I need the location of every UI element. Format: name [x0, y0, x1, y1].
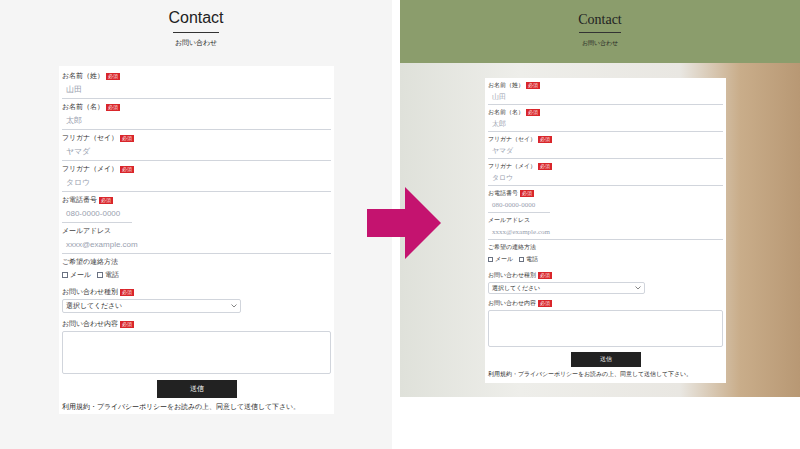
- page-title: Contact: [578, 11, 622, 29]
- text-input[interactable]: ヤマダ: [62, 143, 331, 161]
- field-label: ご希望の連絡方法: [62, 257, 331, 267]
- text-field: お名前（名）必須太郎: [488, 108, 723, 135]
- text-field: フリガナ（セイ）必須ヤマダ: [62, 133, 331, 164]
- arrow-right-icon: [367, 187, 441, 259]
- required-badge: 必須: [106, 104, 120, 111]
- required-badge: 必須: [538, 300, 552, 307]
- checkbox-field: ご希望の連絡方法メール電話: [62, 257, 331, 287]
- text-field: お名前（姓）必須山田: [488, 81, 723, 108]
- select-field: お問い合わせ種別必須選択してください: [62, 287, 331, 319]
- page-header: Contact お問い合わせ: [400, 0, 800, 63]
- chevron-down-icon: [231, 304, 237, 308]
- textarea[interactable]: [488, 310, 723, 347]
- page-header: Contact お問い合わせ: [0, 0, 392, 66]
- contact-form: お名前（姓）必須山田お名前（名）必須太郎フリガナ（セイ）必須ヤマダフリガナ（メイ…: [59, 66, 334, 414]
- text-field: メールアドレスxxxx@example.com: [488, 216, 723, 243]
- contact-form: お名前（姓）必須山田お名前（名）必須太郎フリガナ（セイ）必須ヤマダフリガナ（メイ…: [485, 78, 726, 383]
- page-subtitle: お問い合わせ: [175, 38, 217, 47]
- select-field: お問い合わせ種別必須選択してください: [488, 271, 723, 299]
- field-label: お名前（姓）必須: [62, 71, 331, 81]
- text-field: フリガナ（メイ）必須タロウ: [488, 162, 723, 189]
- checkbox-option[interactable]: メール: [62, 270, 91, 281]
- field-label: ご希望の連絡方法: [488, 243, 723, 252]
- field-label: フリガナ（メイ）必須: [62, 164, 331, 174]
- after-panel: Contactお問い合わせお名前（姓）必須山田お名前（名）必須太郎フリガナ（セイ…: [400, 0, 800, 449]
- field-label: お問い合わせ内容必須: [62, 319, 331, 329]
- required-badge: 必須: [120, 321, 134, 328]
- required-badge: 必須: [538, 136, 552, 143]
- chevron-down-icon: [635, 286, 641, 290]
- text-field: お電話番号必須080-0000-0000: [488, 189, 723, 216]
- text-input[interactable]: xxxx@example.com: [62, 236, 331, 254]
- required-badge: 必須: [106, 73, 120, 80]
- required-badge: 必須: [538, 272, 552, 279]
- required-badge: 必須: [520, 190, 534, 197]
- text-field: メールアドレスxxxx@example.com: [62, 226, 331, 257]
- text-field: フリガナ（セイ）必須ヤマダ: [488, 135, 723, 162]
- text-input[interactable]: 080-0000-0000: [62, 205, 132, 223]
- field-label: お問い合わせ種別必須: [62, 287, 331, 297]
- checkbox-option[interactable]: メール: [488, 255, 513, 264]
- text-field: フリガナ（メイ）必須タロウ: [62, 164, 331, 195]
- field-label: メールアドレス: [62, 226, 331, 236]
- required-badge: 必須: [538, 163, 552, 170]
- text-field: お名前（姓）必須山田: [62, 71, 331, 102]
- field-label: フリガナ（セイ）必須: [488, 135, 723, 144]
- field-label: お電話番号必須: [488, 189, 723, 198]
- field-label: お電話番号必須: [62, 195, 331, 205]
- before-panel: Contactお問い合わせお名前（姓）必須山田お名前（名）必須太郎フリガナ（セイ…: [0, 0, 392, 449]
- textarea[interactable]: [62, 331, 331, 374]
- text-input[interactable]: ヤマダ: [488, 144, 723, 159]
- field-label: メールアドレス: [488, 216, 723, 225]
- page-subtitle: お問い合わせ: [582, 39, 618, 47]
- required-badge: 必須: [99, 197, 113, 204]
- text-input[interactable]: xxxx@example.com: [488, 225, 723, 240]
- required-badge: 必須: [526, 82, 540, 89]
- select-box[interactable]: 選択してください: [62, 299, 241, 313]
- checkbox-option[interactable]: 電話: [97, 270, 119, 281]
- field-label: フリガナ（セイ）必須: [62, 133, 331, 143]
- submit-button[interactable]: 送信: [157, 380, 237, 398]
- select-box[interactable]: 選択してください: [488, 282, 645, 294]
- consent-note: 利用規約・プライバシーポリシーをお読みの上、同意して送信して下さい。: [62, 402, 331, 411]
- text-input[interactable]: 太郎: [62, 112, 331, 130]
- field-label: お問い合わせ種別必須: [488, 271, 723, 280]
- required-badge: 必須: [120, 289, 134, 296]
- text-input[interactable]: 080-0000-0000: [488, 198, 550, 213]
- text-field: お電話番号必須080-0000-0000: [62, 195, 331, 226]
- field-label: フリガナ（メイ）必須: [488, 162, 723, 171]
- textarea-field: お問い合わせ内容必須: [62, 319, 331, 374]
- consent-note: 利用規約・プライバシーポリシーをお読みの上、同意して送信して下さい。: [488, 370, 723, 378]
- text-input[interactable]: 山田: [62, 81, 331, 99]
- field-label: お問い合わせ内容必須: [488, 299, 723, 308]
- text-input[interactable]: 山田: [488, 90, 723, 105]
- checkbox-option[interactable]: 電話: [519, 255, 538, 264]
- submit-button[interactable]: 送信: [571, 352, 641, 367]
- checkbox-field: ご希望の連絡方法メール電話: [488, 243, 723, 271]
- required-badge: 必須: [120, 166, 134, 173]
- field-label: お名前（名）必須: [62, 102, 331, 112]
- required-badge: 必須: [526, 109, 540, 116]
- text-input[interactable]: タロウ: [488, 171, 723, 186]
- background-photo: お名前（姓）必須山田お名前（名）必須太郎フリガナ（セイ）必須ヤマダフリガナ（メイ…: [400, 63, 800, 397]
- text-input[interactable]: 太郎: [488, 117, 723, 132]
- comparison: Contactお問い合わせお名前（姓）必須山田お名前（名）必須太郎フリガナ（セイ…: [0, 0, 800, 449]
- text-input[interactable]: タロウ: [62, 174, 331, 192]
- required-badge: 必須: [120, 135, 134, 142]
- text-field: お名前（名）必須太郎: [62, 102, 331, 133]
- field-label: お名前（姓）必須: [488, 81, 723, 90]
- page-title: Contact: [168, 8, 223, 28]
- field-label: お名前（名）必須: [488, 108, 723, 117]
- textarea-field: お問い合わせ内容必須: [488, 299, 723, 347]
